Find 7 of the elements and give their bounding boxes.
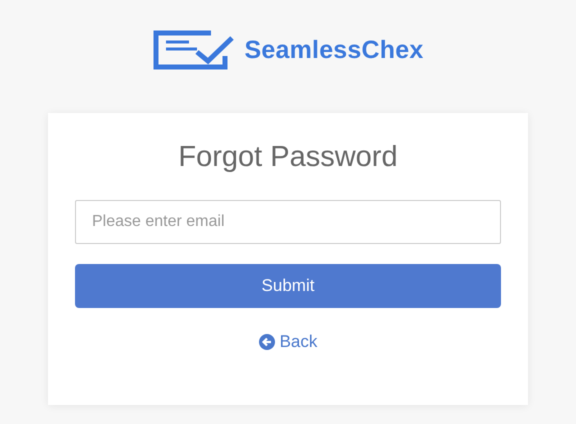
email-field[interactable]: Please enter email bbox=[75, 200, 501, 244]
envelope-check-icon bbox=[152, 30, 235, 70]
submit-button[interactable]: Submit bbox=[75, 264, 501, 308]
logo-text: SeamlessChex bbox=[244, 36, 424, 64]
form-title: Forgot Password bbox=[178, 141, 398, 174]
back-arrow-icon bbox=[258, 334, 275, 350]
back-link[interactable]: Back bbox=[258, 332, 318, 352]
